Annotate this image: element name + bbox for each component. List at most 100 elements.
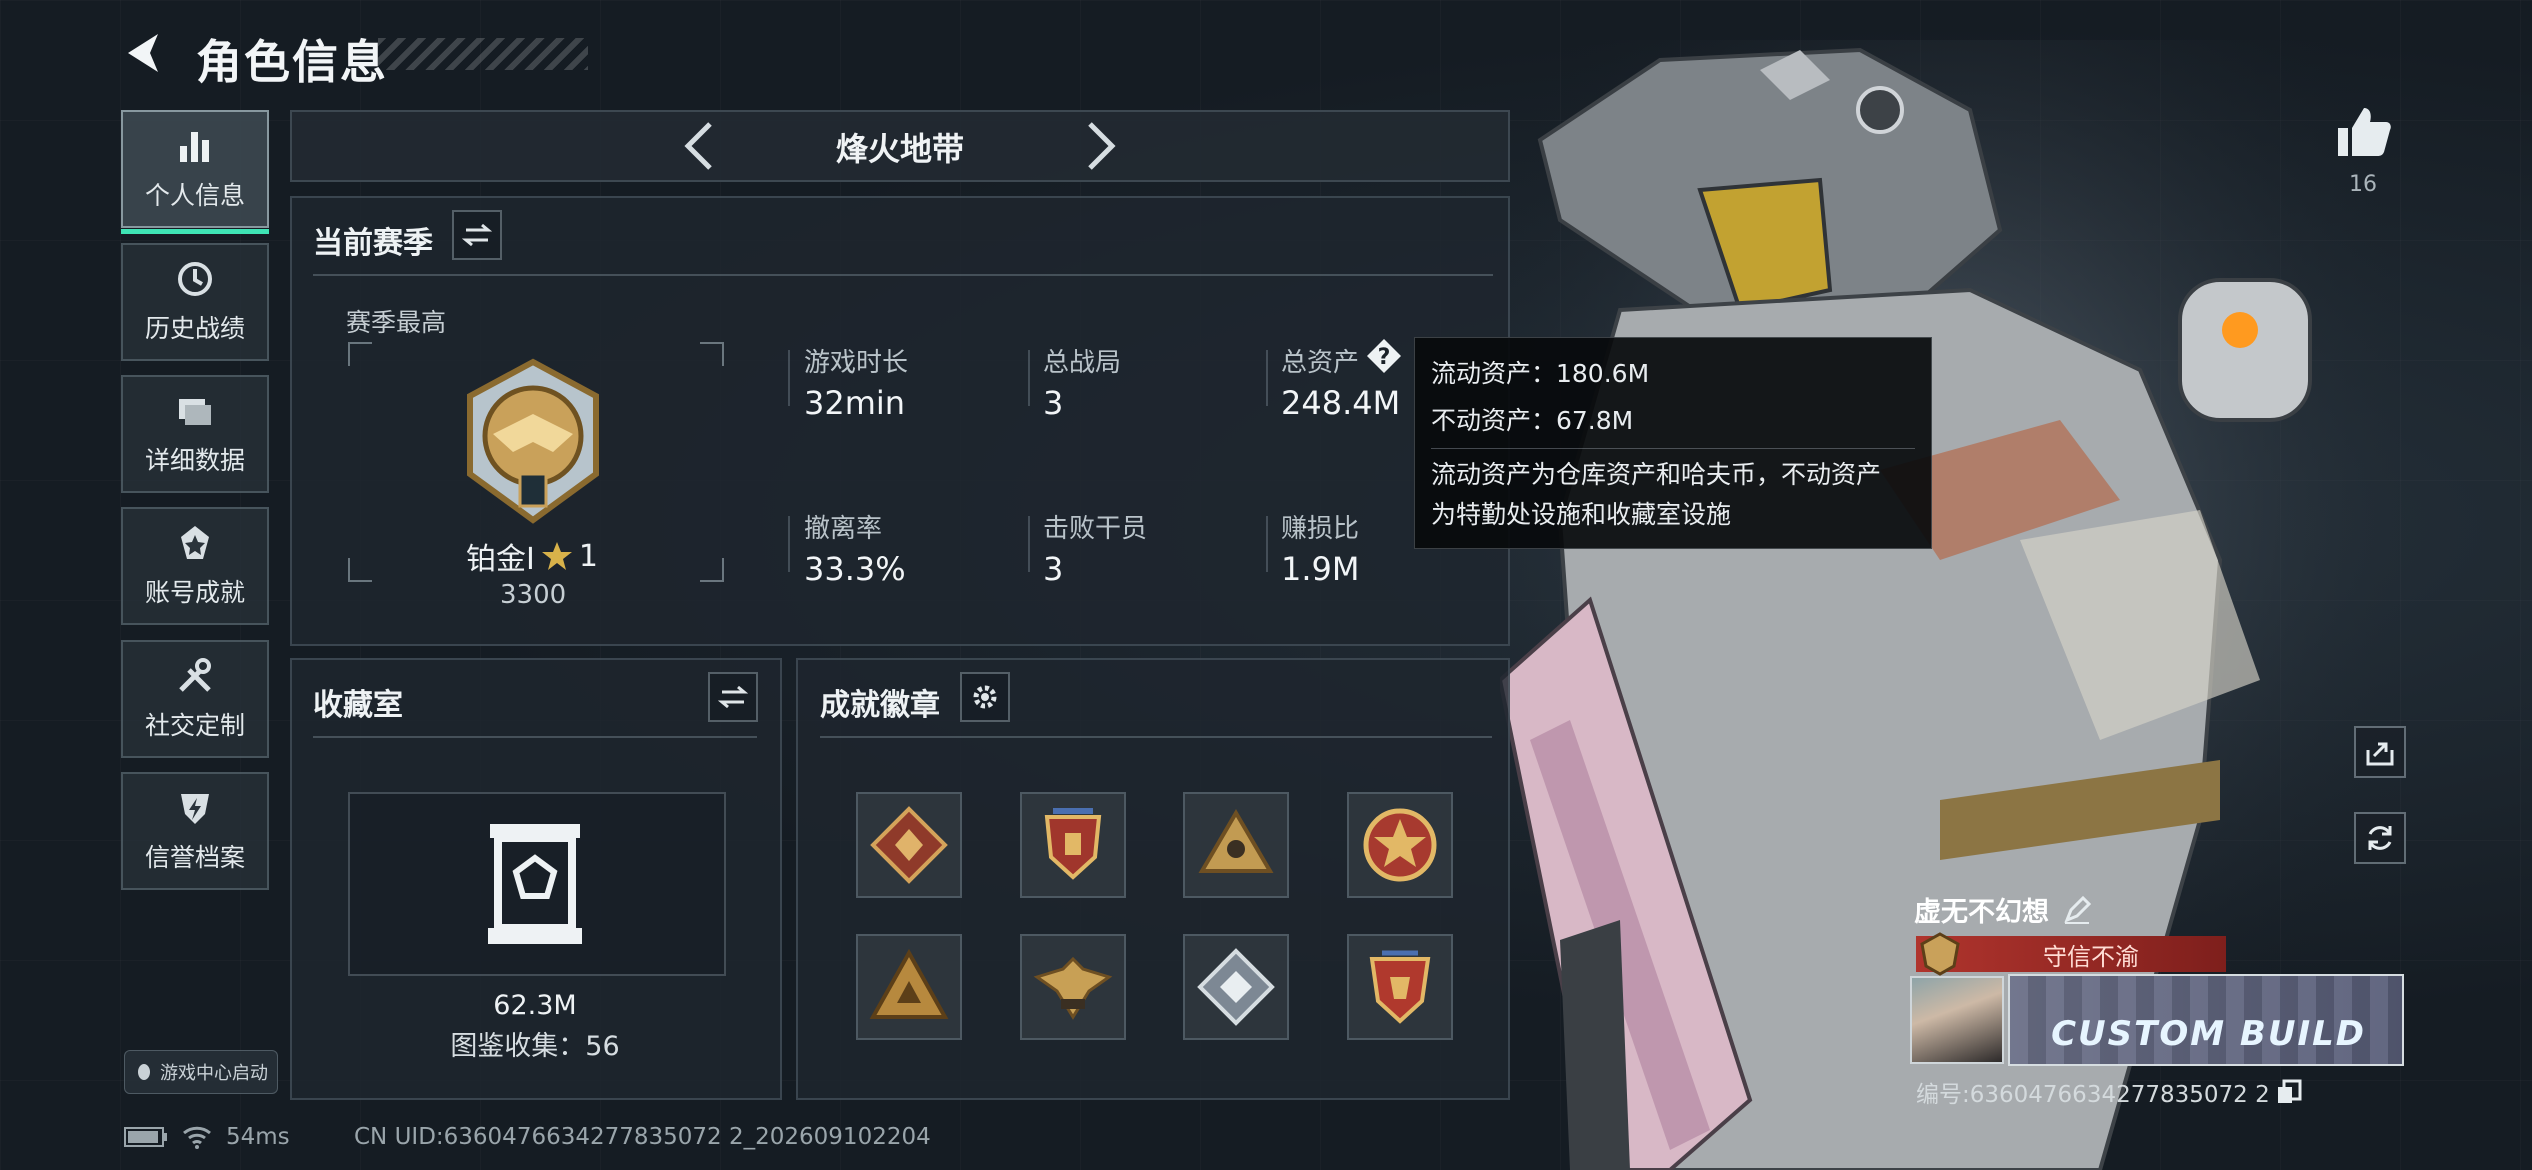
achievement-badge[interactable] [1347,792,1453,898]
game-center-label: 游戏中心启动 [160,1063,268,1084]
shield-bolt-icon [181,794,209,824]
refresh-button[interactable] [2354,812,2406,864]
season-best-label: 赛季最高 [346,308,447,337]
tooltip-fixed-assets: 不动资产：67.8M [1431,406,1634,435]
frame-corner [700,342,724,366]
like-count: 16 [2349,172,2377,197]
stat-label: 赚损比 [1281,514,1360,544]
star-icon [541,542,572,570]
wifi-icon [183,1126,211,1149]
catalog-count: 图鉴收集：56 [450,1031,620,1062]
profile-banner[interactable]: CUSTOM BUILD [2008,974,2404,1066]
sidebar-item-social[interactable]: 社交定制 [121,640,269,758]
divider [313,274,1493,276]
tooltip-description-line: 流动资产为仓库资产和哈夫币，不动资产 [1431,460,1882,489]
back-arrow-icon[interactable] [122,30,168,76]
ping: 54ms [226,1124,290,1150]
sidebar-item-credit[interactable]: 信誉档案 [121,772,269,890]
status-bar: 54ms [124,1124,290,1150]
avatar[interactable] [1910,976,2004,1064]
divider [1028,350,1030,406]
share-icon [2366,742,2394,766]
achievement-badge[interactable] [856,934,962,1040]
player-name-row: 虚无不幻想 [1914,890,2091,929]
chevron-left-icon[interactable] [678,118,718,174]
svg-text:?: ? [1378,345,1391,370]
sidebar-item-label: 详细数据 [144,446,245,475]
divider [1266,350,1268,406]
stat-value: 248.4M [1281,384,1401,422]
frame-corner [348,558,372,582]
pyramid-badge-icon [1198,809,1274,873]
help-icon[interactable]: ? [1366,338,1402,374]
gem-badge-icon [1197,948,1275,1026]
sidebar-item-achievements[interactable]: 账号成就 [121,507,269,625]
assets-tooltip: 流动资产：180.6M 不动资产：67.8M 流动资产为仓库资产和哈夫币，不动资… [1414,337,1932,549]
sidebar-item-label: 历史战绩 [144,314,245,343]
tooltip-description-line: 为特勤处设施和收藏室设施 [1431,500,1732,529]
triangle-badge-icon [869,948,949,1019]
divider [313,736,757,738]
achievement-badge[interactable] [856,792,962,898]
rank-line: 铂金Ⅰ 1 [466,534,598,578]
sidebar-item-label: 社交定制 [144,711,245,740]
stat-label: 撤离率 [804,514,883,544]
rank-name: 铂金Ⅰ [466,542,535,577]
sidebar-item-detailed-data[interactable]: 详细数据 [121,375,269,493]
creed-emblem-icon [1920,932,1960,976]
rank-stars: 1 [578,538,598,574]
stat-value: 1.9M [1281,550,1360,588]
tooltip-liquid-assets: 流动资产：180.6M [1431,359,1650,388]
crest-badge-icon [1369,950,1431,1024]
game-center-button[interactable]: 游戏中心启动 [124,1050,278,1094]
chevron-right-icon[interactable] [1082,118,1122,174]
collection-value: 62.3M [493,990,577,1021]
stat-label: 击败干员 [1043,514,1148,544]
creed-banner: 守信不渝 [1916,936,2226,972]
divider [788,350,790,406]
sidebar-item-label: 账号成就 [144,578,245,607]
battery-icon [124,1127,167,1147]
dragon-badge-icon [870,806,948,884]
achievements-title: 成就徽章 [820,688,940,723]
tooltip-divider [1431,448,1915,449]
share-button[interactable] [2354,726,2406,778]
achievement-badge[interactable] [1183,792,1289,898]
thumbs-up-icon[interactable] [2334,104,2392,160]
display-case-icon [488,824,582,944]
creed-label: 守信不渝 [2043,942,2139,971]
title-decoration [378,38,588,70]
rank-score: 3300 [500,580,567,610]
stat-value: 32min [804,384,906,422]
achievement-badge[interactable] [1347,934,1453,1040]
sidebar-item-label: 个人信息 [144,181,245,210]
stat-label: 总战局 [1043,348,1122,378]
frame-corner [348,342,372,366]
collection-switch-button[interactable] [708,672,758,722]
folders-icon [179,399,211,425]
achievement-badge[interactable] [1020,934,1126,1040]
bar-chart-icon [180,132,209,162]
clock-icon [178,262,212,296]
stat-value: 3 [1043,384,1064,422]
gear-icon [973,685,997,709]
season-switch-button[interactable] [452,210,502,260]
achievements-settings-button[interactable] [960,672,1010,722]
achievement-icon [181,526,209,559]
star-badge-icon [1363,808,1437,882]
shield-badge-icon [1044,808,1102,880]
edit-icon[interactable] [2063,895,2091,924]
achievement-badge[interactable] [1020,792,1126,898]
stat-value: 33.3% [804,550,906,588]
sidebar-item-history[interactable]: 历史战绩 [121,243,269,361]
divider [820,736,1492,738]
player-name: 虚无不幻想 [1914,897,2049,928]
player-id-row: 编号:6360476634277835072 2 [1916,1075,2302,1109]
sidebar-item-personal-info[interactable]: 个人信息 [121,110,269,234]
achievement-badge[interactable] [1183,934,1289,1040]
stat-value: 3 [1043,550,1064,588]
wings-badge-icon [1033,956,1113,1020]
cn-uid: CN UID:6360476634277835072 2_20260910220… [354,1124,931,1150]
collection-title: 收藏室 [313,688,403,723]
copy-icon[interactable] [2276,1079,2302,1105]
